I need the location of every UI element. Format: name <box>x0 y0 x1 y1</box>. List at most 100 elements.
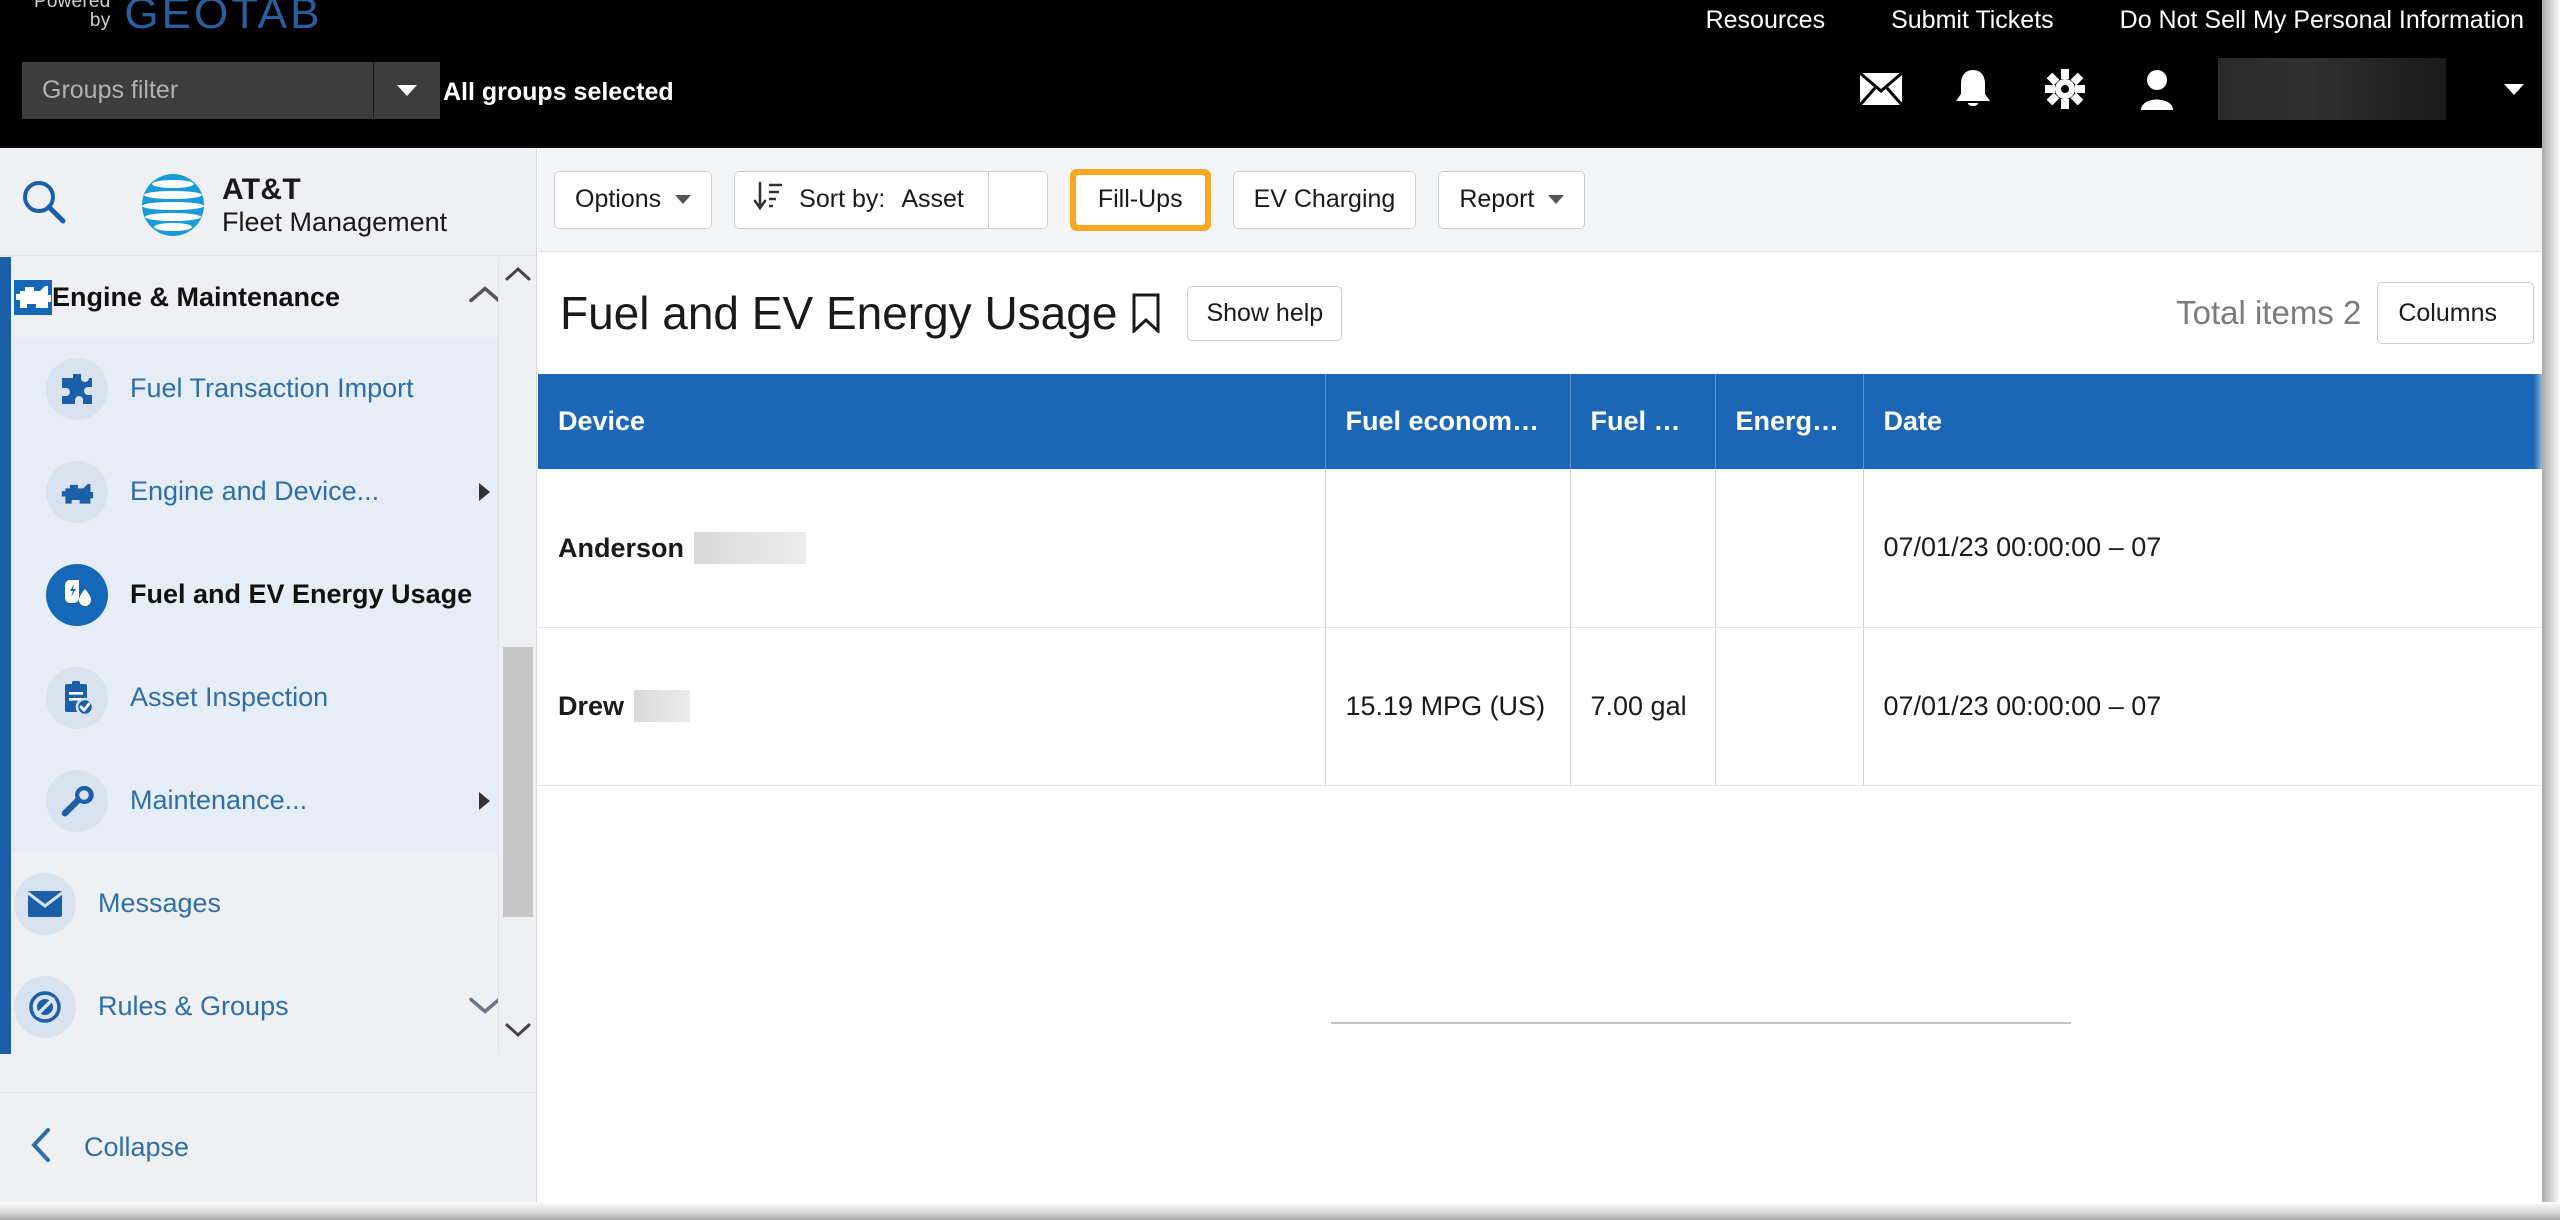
rules-icon <box>14 975 76 1038</box>
top-icon-bar <box>1858 58 2524 120</box>
columns-label: Columns <box>2398 298 2497 327</box>
column-header-fuel-used[interactable]: Fuel used <box>1570 374 1716 469</box>
powered-line-2: by <box>89 10 111 31</box>
data-table-container: Device Fuel economy/Electric e… Fuel use… <box>538 374 2560 1024</box>
window-bottom-edge <box>0 1202 2560 1220</box>
chevron-up-icon[interactable] <box>468 284 502 311</box>
sort-by-value: Asset <box>901 185 964 213</box>
sidebar-group-label: Engine & Maintenance <box>52 281 341 312</box>
chevron-down-icon <box>675 195 692 204</box>
user-name-field[interactable] <box>2218 58 2446 120</box>
bookmark-icon[interactable] <box>1131 293 1161 338</box>
table-row[interactable]: Drew 15.19 MPG (US) 7.00 gal 07/01/23 00… <box>538 627 2560 786</box>
scroll-up-icon[interactable] <box>505 265 531 288</box>
sidebar-item-rules-and-groups[interactable]: Rules & Groups <box>0 955 536 1054</box>
att-globe-icon <box>142 174 204 236</box>
cell-device[interactable]: Drew <box>538 627 1326 786</box>
sort-by-dropdown-toggle[interactable] <box>989 172 1047 228</box>
collapse-label: Collapse <box>84 1132 190 1162</box>
data-table: Device Fuel economy/Electric e… Fuel use… <box>538 374 2560 786</box>
groups-filter-caret[interactable] <box>374 62 440 119</box>
cell-date: 07/01/23 00:00:00 – 07 <box>1863 469 2560 628</box>
powered-by-text: Powered by <box>34 0 110 36</box>
sort-by-control[interactable]: Sort by: Asset <box>734 170 1048 229</box>
powered-by-geotab-logo: Powered by GEOTAB <box>34 0 323 36</box>
horizontal-scrollbar-rail <box>1331 1022 2071 1024</box>
sidebar-item-maintenance[interactable]: Maintenance... <box>0 749 536 852</box>
cell-economy: 15.19 MPG (US) <box>1325 627 1571 786</box>
options-button[interactable]: Options <box>554 170 713 229</box>
att-fleet-management-logo: AT&T Fleet Management <box>140 172 447 238</box>
chevron-right-icon <box>479 791 490 810</box>
sidebar-item-label: Maintenance... <box>130 785 308 815</box>
sidebar-submenu: Fuel Transaction Import Engine and Devic… <box>0 257 536 1054</box>
sidebar-item-fuel-and-ev-energy-usage[interactable]: Fuel and EV Energy Usage <box>0 543 536 646</box>
groups-filter-dropdown[interactable]: Groups filter <box>22 62 440 119</box>
sidebar-item-asset-inspection[interactable]: Asset Inspection <box>0 646 536 749</box>
report-button[interactable]: Report <box>1438 170 1586 229</box>
column-header-energy-used[interactable]: Energy used <box>1715 374 1864 469</box>
mail-icon[interactable] <box>1858 66 1904 112</box>
redacted-device-id <box>634 690 691 723</box>
envelope-icon <box>14 872 76 935</box>
sidebar-header: AT&T Fleet Management <box>0 148 536 256</box>
table-row[interactable]: Anderson 07/01/23 00:00:00 – 07 <box>538 469 2560 628</box>
user-menu-chevron-down-icon[interactable] <box>2504 83 2524 95</box>
engine-icon <box>14 279 52 315</box>
ev-charging-button[interactable]: EV Charging <box>1232 170 1417 229</box>
scroll-down-icon[interactable] <box>505 1021 531 1044</box>
sort-descending-icon <box>753 180 783 219</box>
nav-link-resources[interactable]: Resources <box>1706 6 1826 35</box>
all-groups-selected-label: All groups selected <box>443 78 674 106</box>
fuel-ev-icon <box>46 563 108 626</box>
columns-button[interactable]: Columns <box>2377 282 2534 344</box>
cell-fuel-used: 7.00 gal <box>1570 627 1716 786</box>
sidebar-scrollbar[interactable] <box>498 257 536 1054</box>
sidebar-item-label: Engine and Device... <box>130 476 380 506</box>
sidebar-scrollbar-thumb[interactable] <box>503 647 533 917</box>
chevron-down-icon <box>397 85 417 96</box>
device-name: Drew <box>558 690 625 721</box>
sidebar-item-label: Messages <box>98 888 222 918</box>
sidebar-collapse-button[interactable]: Collapse <box>0 1092 536 1202</box>
cell-date: 07/01/23 00:00:00 – 07 <box>1863 627 2560 786</box>
bell-icon[interactable] <box>1950 66 1996 112</box>
chevron-left-icon <box>28 1126 54 1169</box>
sidebar-item-label: Asset Inspection <box>130 682 329 712</box>
sidebar-scroll-area: Engine & Maintenance Fuel Transaction Im… <box>0 257 536 1054</box>
sidebar-item-messages[interactable]: Messages <box>0 852 536 955</box>
cell-economy <box>1325 469 1571 628</box>
cell-energy-used <box>1715 627 1864 786</box>
clipboard-check-icon <box>46 666 108 729</box>
column-header-date[interactable]: Date <box>1863 374 2560 469</box>
chevron-down-icon[interactable] <box>468 993 502 1020</box>
cell-energy-used <box>1715 469 1864 628</box>
main-content: Options Sort by: Asset Fill-Ups EV Charg… <box>538 148 2560 1220</box>
chevron-right-icon <box>479 482 490 501</box>
nav-link-do-not-sell[interactable]: Do Not Sell My Personal Information <box>2120 6 2524 35</box>
user-icon[interactable] <box>2134 66 2180 112</box>
fill-ups-button[interactable]: Fill-Ups <box>1075 174 1205 225</box>
gear-icon[interactable] <box>2042 66 2088 112</box>
app-window: Powered by GEOTAB Groups filter All grou… <box>0 0 2560 1220</box>
page-title-row: Fuel and EV Energy Usage Show help Total… <box>538 252 2560 374</box>
column-header-device[interactable]: Device <box>538 374 1326 469</box>
fill-ups-button-focus-ring[interactable]: Fill-Ups <box>1069 168 1211 231</box>
show-help-button[interactable]: Show help <box>1187 285 1343 341</box>
column-header-economy[interactable]: Fuel economy/Electric e… <box>1325 374 1571 469</box>
redacted-device-id <box>694 532 807 565</box>
att-brand-line-1: AT&T <box>222 173 301 207</box>
device-name: Anderson <box>558 532 685 563</box>
groups-filter-input[interactable]: Groups filter <box>22 62 373 119</box>
sidebar-group-engine-maintenance[interactable]: Engine & Maintenance <box>0 257 536 337</box>
sidebar-item-fuel-transaction-import[interactable]: Fuel Transaction Import <box>0 337 536 440</box>
ev-charging-label: EV Charging <box>1253 185 1396 213</box>
total-items-label: Total items 2 <box>2176 294 2362 331</box>
nav-link-submit-tickets[interactable]: Submit Tickets <box>1891 6 2054 35</box>
sort-by-button[interactable]: Sort by: Asset <box>735 172 988 228</box>
sidebar-item-engine-and-device[interactable]: Engine and Device... <box>0 440 536 543</box>
cell-device[interactable]: Anderson <box>538 469 1326 628</box>
sidebar-item-label: Fuel Transaction Import <box>130 373 414 403</box>
search-icon[interactable] <box>20 178 66 229</box>
puzzle-icon <box>46 357 108 420</box>
